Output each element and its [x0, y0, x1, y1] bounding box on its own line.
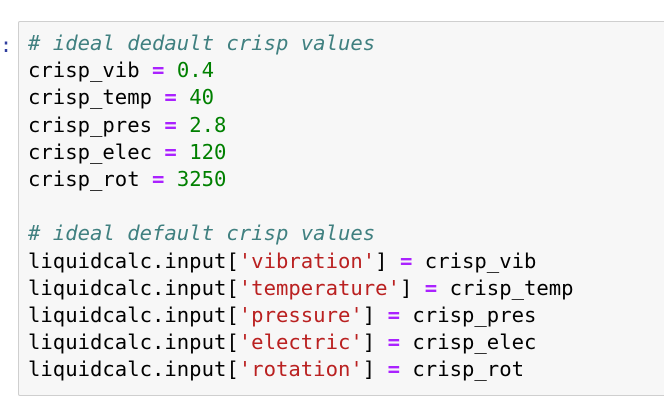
code-line: liquidcalc.input['electric'] = crisp_ele…	[28, 329, 574, 356]
code-line: liquidcalc.input['temperature'] = crisp_…	[28, 275, 574, 302]
assign-operator: =	[164, 139, 177, 164]
number-literal: 0.4	[176, 58, 215, 83]
object-access: liquidcalc.input[	[28, 330, 239, 355]
number-literal: 3250	[176, 166, 227, 191]
assigned-variable: crisp_temp	[449, 275, 574, 300]
bracket-close: ]	[362, 330, 376, 355]
variable-name: crisp_pres	[28, 112, 152, 137]
code-line: crisp_vib = 0.4	[28, 57, 574, 84]
variable-name: crisp_temp	[28, 85, 152, 110]
bracket-close: ]	[362, 357, 376, 382]
number-literal: 2.8	[189, 112, 227, 137]
code-line: crisp_temp = 40	[28, 84, 574, 111]
code-line: # ideal dedault crisp values	[28, 30, 574, 57]
assign-operator: =	[152, 166, 165, 191]
code-line: # ideal default crisp values	[28, 220, 574, 247]
comment: # ideal dedault crisp values	[28, 31, 376, 55]
string-key: 'vibration'	[238, 248, 376, 273]
variable-name: crisp_elec	[28, 139, 152, 164]
code-editor[interactable]: # ideal dedault crisp values crisp_vib = …	[28, 30, 574, 383]
number-literal: 40	[189, 85, 215, 110]
object-access: liquidcalc.input[	[28, 275, 239, 300]
code-line: liquidcalc.input['rotation'] = crisp_rot	[28, 356, 574, 383]
assigned-variable: crisp_elec	[412, 330, 537, 355]
notebook-page: : # ideal dedault crisp values crisp_vib …	[0, 0, 664, 412]
object-access: liquidcalc.input[	[28, 357, 239, 382]
assign-operator: =	[399, 248, 413, 273]
code-cell[interactable]: # ideal dedault crisp values crisp_vib = …	[18, 21, 664, 396]
string-key: 'electric'	[238, 330, 363, 355]
code-line: liquidcalc.input['pressure'] = crisp_pre…	[28, 302, 574, 329]
code-line: crisp_elec = 120	[28, 139, 574, 166]
code-line: crisp_rot = 3250	[28, 166, 574, 193]
code-line: liquidcalc.input['vibration'] = crisp_vi…	[28, 248, 574, 275]
assigned-variable: crisp_pres	[412, 302, 537, 327]
bracket-close: ]	[375, 248, 388, 273]
assign-operator: =	[424, 275, 438, 300]
cell-prompt: :	[0, 33, 13, 57]
number-literal: 120	[189, 139, 227, 164]
string-key: 'pressure'	[238, 302, 363, 327]
bracket-close: ]	[362, 302, 376, 327]
assigned-variable: crisp_vib	[424, 248, 537, 273]
assign-operator: =	[387, 302, 400, 327]
assign-operator: =	[164, 112, 177, 137]
object-access: liquidcalc.input[	[28, 248, 239, 273]
string-key: 'rotation'	[238, 357, 363, 382]
variable-name: crisp_rot	[28, 166, 140, 191]
assign-operator: =	[387, 330, 400, 355]
object-access: liquidcalc.input[	[28, 302, 239, 327]
assign-operator: =	[152, 58, 165, 83]
assigned-variable: crisp_rot	[412, 357, 524, 382]
assign-operator: =	[164, 85, 177, 110]
assign-operator: =	[387, 357, 400, 382]
bracket-close: ]	[399, 275, 413, 300]
code-line: crisp_pres = 2.8	[28, 112, 574, 139]
variable-name: crisp_vib	[28, 58, 140, 83]
string-key: 'temperature'	[238, 275, 400, 300]
comment: # ideal default crisp values	[28, 221, 376, 246]
